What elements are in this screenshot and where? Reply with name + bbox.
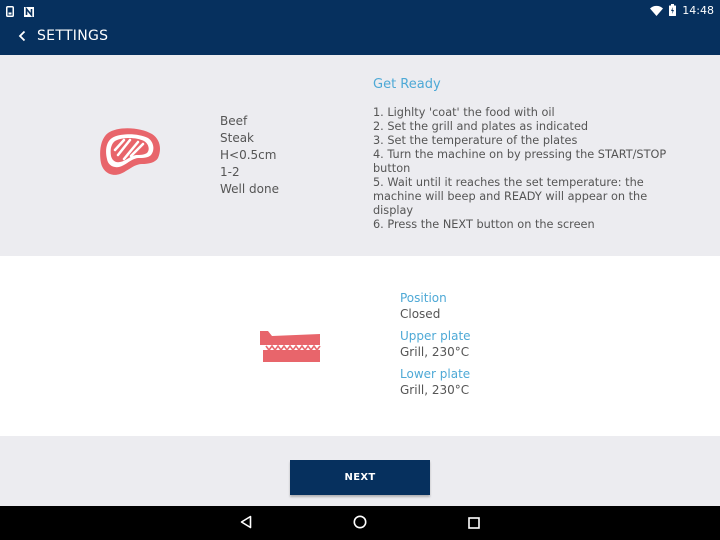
food-details: Beef Steak H<0.5cm 1-2 Well done	[220, 113, 279, 198]
food-thickness: H<0.5cm	[220, 148, 277, 162]
food-type: Beef	[220, 114, 248, 128]
navigation-bar	[0, 506, 720, 540]
step-item: 1. Lighlty 'coat' the food with oil	[373, 106, 555, 119]
upper-plate-label: Upper plate	[400, 329, 471, 343]
status-bar: 14:48	[0, 0, 720, 18]
steps-list: 1. Lighlty 'coat' the food with oil 2. S…	[373, 106, 673, 232]
food-doneness: Well done	[220, 182, 279, 196]
food-cut: Steak	[220, 131, 255, 145]
nav-home-button[interactable]	[350, 513, 370, 533]
step-item: 4. Turn the machine on by pressing the S…	[373, 148, 667, 175]
grill-closed-icon	[258, 328, 322, 364]
app-bar: SETTINGS	[0, 17, 720, 55]
upper-plate-value: Grill, 230°C	[400, 345, 470, 359]
page-title: SETTINGS	[37, 28, 109, 44]
nav-recents-button[interactable]	[464, 513, 484, 533]
recents-square-icon	[468, 514, 480, 533]
back-triangle-icon	[240, 514, 252, 533]
steak-icon	[98, 125, 164, 177]
position-value: Closed	[400, 307, 441, 321]
next-button[interactable]: NEXT	[290, 460, 430, 495]
food-quantity: 1-2	[220, 165, 240, 179]
status-time: 14:48	[682, 4, 714, 17]
step-item: 6. Press the NEXT button on the screen	[373, 218, 595, 231]
food-section: Beef Steak H<0.5cm 1-2 Well done Get Rea…	[0, 55, 720, 256]
plates-section: Position Closed Upper plate Grill, 230°C…	[0, 256, 720, 436]
lower-plate-label: Lower plate	[400, 367, 471, 381]
home-circle-icon	[353, 514, 367, 533]
chevron-left-icon	[18, 27, 26, 46]
lower-plate-value: Grill, 230°C	[400, 383, 470, 397]
plate-details: Position Closed Upper plate Grill, 230°C…	[400, 290, 471, 404]
action-section: NEXT	[0, 436, 720, 506]
back-button[interactable]	[8, 22, 36, 50]
step-item: 5. Wait until it reaches the set tempera…	[373, 176, 648, 217]
nav-back-button[interactable]	[236, 513, 256, 533]
position-label: Position	[400, 291, 447, 305]
step-item: 2. Set the grill and plates as indicated	[373, 120, 589, 133]
step-item: 3. Set the temperature of the plates	[373, 134, 578, 147]
get-ready-title: Get Ready	[373, 77, 441, 92]
